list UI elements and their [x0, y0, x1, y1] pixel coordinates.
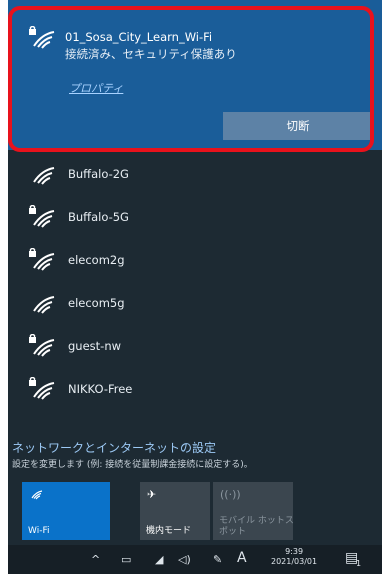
wifi-secured-icon — [29, 26, 55, 49]
chevron-up-icon[interactable]: ^ — [91, 553, 100, 566]
wifi-toggle[interactable]: Wi-Fi — [22, 482, 110, 540]
airplane-mode-toggle[interactable]: ✈ 機内モード — [140, 482, 210, 540]
connected-network-name: 01_Sosa_City_Learn_Wi-Fi — [65, 30, 213, 44]
clock-time: 9:39 — [285, 547, 304, 556]
network-item[interactable]: elecom5g — [8, 281, 382, 324]
wifi-open-icon — [33, 296, 55, 314]
network-item[interactable]: NIKKO-Free — [8, 367, 382, 410]
wifi-secured-icon — [29, 377, 55, 400]
mobile-hotspot-toggle[interactable]: ((·)) モバイル ホットス ポット — [213, 482, 294, 540]
network-settings-link[interactable]: ネットワークとインターネットの設定 — [12, 439, 216, 456]
network-item[interactable]: Buffalo-5G — [8, 195, 382, 238]
wifi-secured-icon — [29, 334, 55, 357]
notification-count: 1 — [356, 559, 362, 568]
network-flyout: 01_Sosa_City_Learn_Wi-Fi 接続済み、セキュリティ保護あり… — [8, 0, 382, 574]
wifi-tray-icon[interactable]: ◢ — [155, 553, 163, 566]
mobile-hotspot-label: モバイル ホットス ポット — [219, 516, 294, 537]
network-name: elecom2g — [68, 252, 125, 267]
network-name: Buffalo-2G — [68, 166, 129, 181]
network-item[interactable]: elecom2g — [8, 238, 382, 281]
network-name: Buffalo-5G — [68, 209, 129, 224]
battery-icon[interactable]: ▭ — [121, 553, 131, 566]
connected-network-card[interactable]: 01_Sosa_City_Learn_Wi-Fi 接続済み、セキュリティ保護あり… — [8, 0, 382, 150]
hotspot-label-line2: ポット — [219, 526, 247, 537]
network-name: NIKKO-Free — [68, 381, 133, 396]
airplane-mode-label: 機内モード — [146, 526, 192, 536]
hotspot-label-line1: モバイル ホットス — [219, 516, 294, 527]
wifi-toggle-label: Wi-Fi — [28, 526, 50, 536]
network-settings-description: 設定を変更します (例: 接続を従量制課金接続に設定する)。 — [12, 460, 253, 470]
wifi-secured-icon — [29, 205, 55, 228]
network-item[interactable]: Buffalo-2G — [8, 152, 382, 195]
taskbar: ^ ▭ ◢ ◁) ✎ A 9:39 2021/03/01 ▤ 1 — [8, 545, 382, 574]
properties-link[interactable]: プロパティ — [69, 80, 123, 96]
wifi-open-icon — [33, 167, 55, 185]
disconnect-button[interactable]: 切断 — [223, 112, 373, 140]
wifi-secured-icon — [29, 248, 55, 271]
clock-date: 2021/03/01 — [271, 557, 318, 566]
wifi-icon — [31, 490, 43, 500]
clock[interactable]: 9:39 2021/03/01 — [271, 547, 317, 567]
pen-icon[interactable]: ✎ — [213, 553, 222, 566]
hotspot-icon: ((·)) — [220, 488, 241, 501]
ime-indicator[interactable]: A — [237, 550, 247, 566]
network-list: Buffalo-2G Buffalo-5G elecom2g elecom5g … — [8, 152, 382, 410]
volume-icon[interactable]: ◁) — [178, 553, 191, 566]
connection-status: 接続済み、セキュリティ保護あり — [65, 47, 237, 61]
airplane-icon: ✈ — [147, 488, 157, 501]
network-name: guest-nw — [68, 338, 122, 353]
network-item[interactable]: guest-nw — [8, 324, 382, 367]
network-name: elecom5g — [68, 295, 125, 310]
